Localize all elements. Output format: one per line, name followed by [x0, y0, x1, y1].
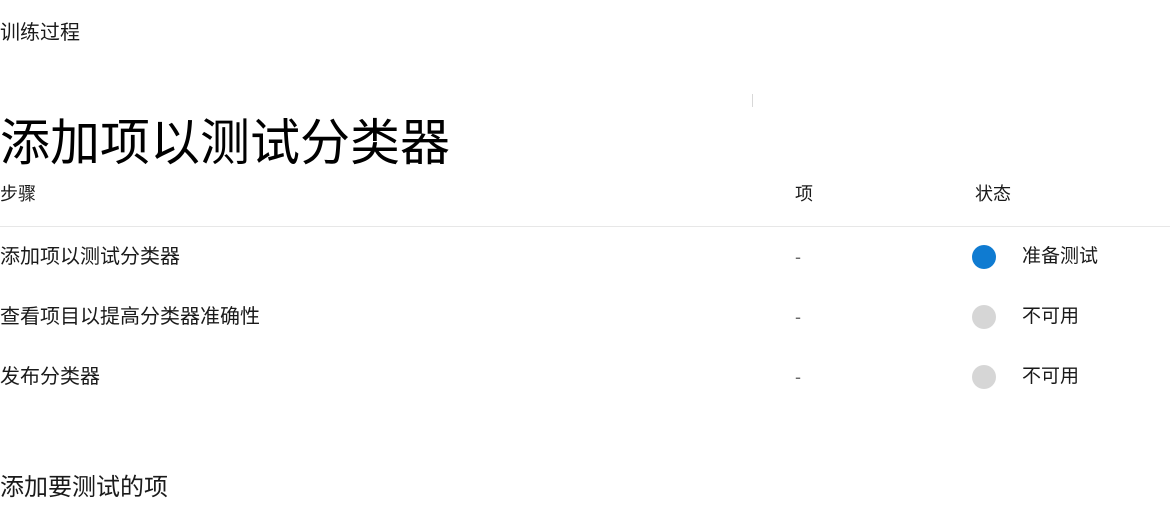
capture-artifact-mark: [752, 94, 753, 107]
table-row[interactable]: 查看项目以提高分类器准确性 - 不可用: [0, 287, 1170, 347]
table-row[interactable]: 添加项以测试分类器 - 准备测试: [0, 227, 1170, 287]
status-dot-icon: [972, 305, 996, 329]
column-header-step: 步骤: [0, 184, 36, 204]
status-badge: 不可用: [972, 365, 1079, 389]
column-header-item: 项: [795, 184, 813, 204]
table-body: 添加项以测试分类器 - 准备测试 查看项目以提高分类器准确性 - 不可用 发布分…: [0, 226, 1170, 407]
step-name[interactable]: 发布分类器: [0, 364, 100, 390]
table-row[interactable]: 发布分类器 - 不可用: [0, 347, 1170, 407]
step-name[interactable]: 添加项以测试分类器: [0, 244, 180, 270]
status-badge: 准备测试: [972, 245, 1098, 269]
step-item-count: -: [795, 247, 801, 267]
status-badge: 不可用: [972, 305, 1079, 329]
breadcrumb[interactable]: 训练过程: [0, 20, 80, 46]
training-steps-table: 步骤 项 状态 添加项以测试分类器 - 准备测试 查看项目以提高分类器准确性 -…: [0, 178, 1170, 407]
step-name[interactable]: 查看项目以提高分类器准确性: [0, 304, 260, 330]
status-label: 不可用: [1022, 366, 1080, 387]
status-dot-icon: [972, 245, 996, 269]
status-dot-icon: [972, 365, 996, 389]
add-items-heading: 添加要测试的项: [0, 474, 168, 501]
page-title: 添加项以测试分类器: [0, 114, 450, 171]
step-item-count: -: [795, 367, 801, 387]
table-header-row: 步骤 项 状态: [0, 178, 1170, 227]
status-label: 不可用: [1022, 306, 1080, 327]
add-items-section: 添加要测试的项: [0, 472, 1170, 504]
step-item-count: -: [795, 307, 801, 327]
column-header-status: 状态: [975, 184, 1011, 204]
status-label: 准备测试: [1022, 246, 1099, 267]
